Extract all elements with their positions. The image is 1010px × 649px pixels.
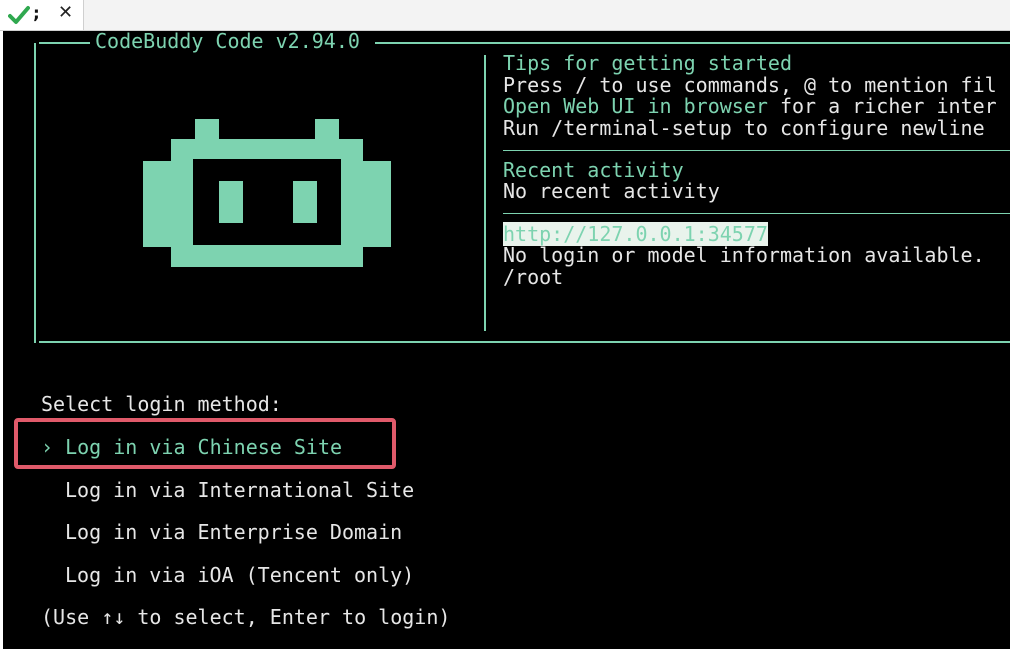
frame-bottom (39, 341, 1010, 343)
tips-line-2: Open Web UI in browser for a richer inte… (503, 94, 997, 118)
section-divider-2 (503, 213, 1010, 214)
app-title: CodeBuddy Code v2.94.0 (91, 31, 364, 53)
recent-heading: Recent activity (503, 157, 684, 182)
tips-line-1: Press / to use commands, @ to mention fi… (503, 72, 997, 97)
terminal-tab[interactable]: ; ✕ (0, 0, 84, 30)
login-option-international-site[interactable]: Log in via International Site (65, 479, 414, 502)
section-divider-1 (503, 150, 1010, 151)
tab-bar: ; ✕ (0, 0, 1010, 31)
frame-top-right (375, 42, 1010, 44)
login-prompt: Select login method: (41, 392, 282, 416)
tab-title: ; (33, 4, 40, 24)
server-url-link[interactable]: http://127.0.0.1:34577 (503, 221, 768, 246)
frame-top-left (39, 42, 90, 44)
check-icon (8, 6, 30, 24)
login-hint: (Use ↑↓ to select, Enter to login) (41, 605, 451, 629)
frame-divider (484, 55, 486, 331)
terminal-window[interactable]: CodeBuddy Code v2.94.0 Tips for getting … (3, 31, 1010, 649)
close-icon[interactable]: ✕ (58, 2, 73, 23)
cwd-text: /root (503, 264, 564, 289)
login-option-chinese-site[interactable]: › Log in via Chinese Site (41, 435, 342, 459)
selection-pointer-icon: › (41, 435, 54, 459)
login-option-ioa[interactable]: Log in via iOA (Tencent only) (65, 564, 414, 587)
tips-line-3: Run /terminal-setup to configure newline (503, 115, 997, 140)
open-web-ui-link[interactable]: Open Web UI in browser (503, 94, 768, 118)
login-option-enterprise-domain[interactable]: Log in via Enterprise Domain (65, 521, 402, 544)
tips-heading: Tips for getting started (503, 51, 792, 75)
login-info-text: No login or model information available. (503, 243, 985, 267)
codebuddy-logo (143, 119, 391, 267)
frame-left (34, 43, 36, 343)
recent-text: No recent activity (503, 179, 720, 203)
server-url-line: http://127.0.0.1:34577 (503, 221, 768, 246)
